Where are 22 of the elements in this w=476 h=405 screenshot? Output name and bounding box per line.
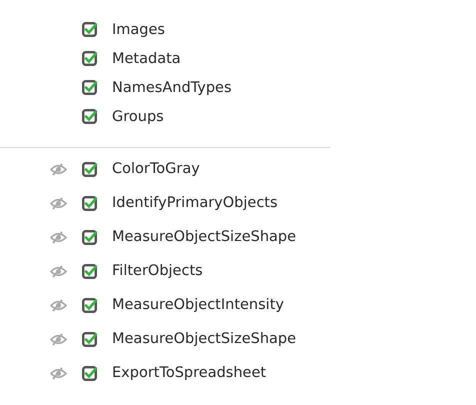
checked-checkbox-icon[interactable] — [82, 196, 97, 210]
module-name[interactable]: NamesAndTypes — [112, 80, 232, 96]
module-name[interactable]: MeasureObjectIntensity — [112, 297, 284, 313]
module-name[interactable]: MeasureObjectSizeShape — [112, 331, 296, 347]
module-name[interactable]: Metadata — [112, 50, 181, 66]
checked-checkbox-icon[interactable] — [82, 51, 97, 66]
checked-checkbox-icon[interactable] — [82, 230, 97, 244]
module-name[interactable]: Groups — [112, 108, 164, 124]
checked-checkbox-icon[interactable] — [82, 332, 97, 346]
checked-checkbox-icon[interactable] — [82, 80, 97, 95]
module-name[interactable]: ColorToGray — [112, 161, 200, 177]
checked-checkbox-icon[interactable] — [82, 366, 97, 380]
checked-checkbox-icon[interactable] — [82, 264, 97, 278]
module-name[interactable]: IdentifyPrimaryObjects — [112, 195, 278, 211]
module-name[interactable]: ExportToSpreadsheet — [112, 365, 266, 381]
module-name[interactable]: FilterObjects — [112, 263, 203, 279]
checked-checkbox-icon[interactable] — [82, 162, 97, 176]
checked-checkbox-icon[interactable] — [82, 298, 97, 312]
module-name[interactable]: MeasureObjectSizeShape — [112, 229, 296, 245]
module-name[interactable]: Images — [112, 22, 165, 38]
checked-checkbox-icon[interactable] — [82, 22, 97, 37]
checked-checkbox-icon[interactable] — [82, 109, 97, 124]
